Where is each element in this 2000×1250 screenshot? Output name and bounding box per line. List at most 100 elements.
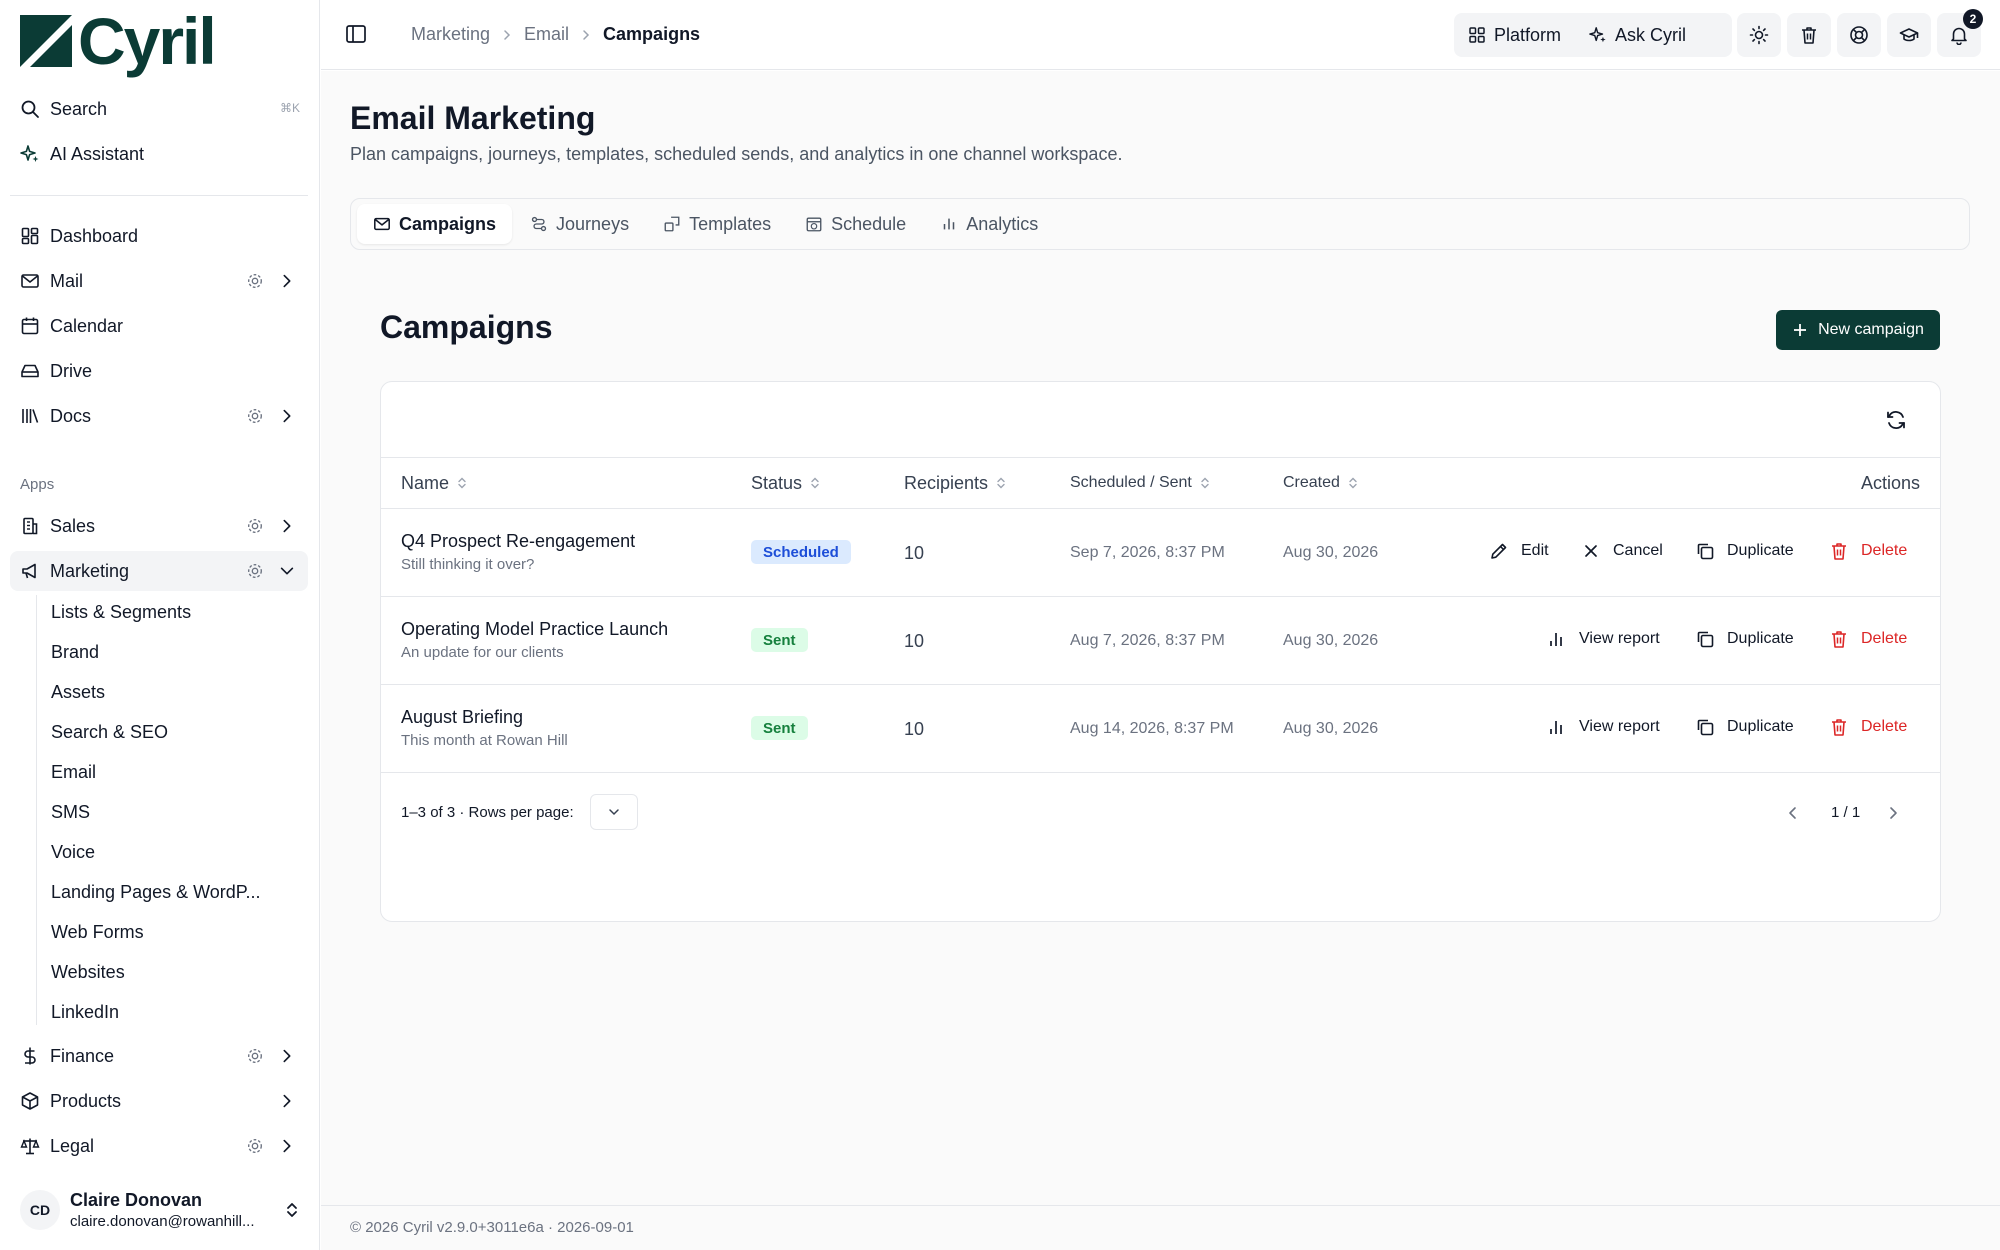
edit-button[interactable]: Edit [1489, 541, 1549, 561]
cancel-button[interactable]: Cancel [1581, 541, 1663, 561]
column-recipients[interactable]: Recipients [904, 458, 1008, 508]
platform-button[interactable]: Platform [1454, 13, 1575, 57]
view-report-button[interactable]: View report [1547, 629, 1660, 649]
breadcrumb-email[interactable]: Email [524, 24, 569, 45]
main-content: Email Marketing Plan campaigns, journeys… [321, 71, 2000, 1205]
campaign-name-cell[interactable]: August Briefing This month at Rowan Hill [401, 707, 568, 749]
gear-icon[interactable] [246, 517, 264, 535]
tab-analytics[interactable]: Analytics [924, 204, 1054, 244]
sidebar-item-calendar[interactable]: Calendar [10, 306, 308, 346]
cyril-logo[interactable]: Cyril [20, 8, 217, 74]
docs-icon [22, 409, 39, 423]
chevrons-up-down-icon[interactable] [282, 1200, 302, 1220]
refresh-icon[interactable] [1884, 408, 1908, 432]
column-created[interactable]: Created [1283, 458, 1360, 508]
delete-button[interactable]: Delete [1829, 717, 1907, 737]
gear-icon[interactable] [246, 562, 264, 580]
user-name: Claire Donovan [70, 1190, 203, 1210]
sidebar-subitem[interactable]: Landing Pages & WordP... [41, 874, 291, 910]
trash-button[interactable] [1787, 13, 1831, 57]
campaigns-table-card: Name Status Recipients Scheduled / Sent … [380, 381, 1941, 922]
sidebar-item-mail[interactable]: Mail [10, 261, 308, 301]
column-name[interactable]: Name [401, 458, 469, 508]
sidebar-subitem[interactable]: Brand [41, 634, 291, 670]
sidebar-subitem[interactable]: Web Forms [41, 914, 291, 950]
sun-icon [1749, 25, 1769, 45]
duplicate-button[interactable]: Duplicate [1695, 629, 1794, 649]
sidebar-item-drive[interactable]: Drive [10, 351, 308, 391]
sidebar-item-products[interactable]: Products [10, 1081, 308, 1121]
chevron-right-icon[interactable] [278, 407, 296, 425]
chevron-right-icon[interactable] [278, 1047, 296, 1065]
sent-date: Aug 7, 2026, 8:37 PM [1070, 632, 1225, 649]
delete-button[interactable]: Delete [1829, 541, 1907, 561]
sidebar-item-docs[interactable]: Docs [10, 396, 308, 436]
column-label: Status [751, 472, 803, 493]
view-report-button[interactable]: View report [1547, 717, 1660, 737]
sidebar-subitem[interactable]: SMS [41, 794, 291, 830]
chevron-right-icon[interactable] [278, 1092, 296, 1110]
search-label: Search [50, 98, 108, 119]
campaign-name-cell[interactable]: Operating Model Practice Launch An updat… [401, 619, 668, 661]
sidebar-item-dashboard[interactable]: Dashboard [10, 216, 308, 256]
ask-cyril-button[interactable]: Ask Cyril [1575, 13, 1700, 57]
column-scheduled[interactable]: Scheduled / Sent [1070, 458, 1212, 508]
sidebar-toggle-icon[interactable] [345, 23, 367, 45]
gear-icon[interactable] [246, 1137, 264, 1155]
chevron-down-icon[interactable] [278, 562, 296, 580]
sidebar-ai-assistant[interactable]: AI Assistant [10, 134, 308, 174]
sparkles-icon [1589, 27, 1606, 43]
tab-journeys[interactable]: Journeys [514, 204, 645, 244]
recipients-count: 10 [904, 543, 925, 563]
sidebar-subitem[interactable]: Voice [41, 834, 291, 870]
column-status[interactable]: Status [751, 458, 822, 508]
close-icon [1585, 545, 1597, 557]
tab-schedule[interactable]: Schedule [789, 204, 922, 244]
view-report-label: View report [1579, 630, 1660, 647]
chevron-right-icon[interactable] [278, 1137, 296, 1155]
chevron-right-icon[interactable] [278, 517, 296, 535]
sidebar-item-marketing[interactable]: Marketing [10, 551, 308, 591]
sidebar-search[interactable]: Search ⌘K [10, 89, 308, 129]
sidebar-item-sales[interactable]: Sales [10, 506, 308, 546]
notifications-button[interactable]: 2 [1937, 9, 1983, 57]
sidebar-item-legal[interactable]: Legal [10, 1126, 308, 1166]
theme-toggle-button[interactable] [1737, 13, 1781, 57]
gear-icon[interactable] [246, 1047, 264, 1065]
help-button[interactable] [1837, 13, 1881, 57]
sidebar-item-label: Drive [50, 360, 93, 381]
sidebar-subitem[interactable]: Lists & Segments [41, 594, 291, 630]
sidebar-subitem[interactable]: Assets [41, 674, 291, 710]
table-pagination: 1–3 of 3 · Rows per page: 1 / 1 [381, 774, 1940, 854]
sidebar-subitem[interactable]: LinkedIn [41, 994, 291, 1030]
chevron-right-icon[interactable] [278, 272, 296, 290]
gear-icon[interactable] [246, 272, 264, 290]
analytics-icon [943, 218, 955, 230]
sort-icon [1201, 477, 1209, 489]
duplicate-button[interactable]: Duplicate [1695, 541, 1794, 561]
sidebar-item-label: Mail [50, 270, 84, 291]
previous-page-icon[interactable] [1784, 804, 1802, 822]
campaign-name-cell[interactable]: Q4 Prospect Re-engagement Still thinking… [401, 531, 635, 573]
breadcrumb-marketing[interactable]: Marketing [411, 24, 490, 45]
page-indicator: 1 / 1 [1831, 804, 1861, 821]
submenu-guide-line [36, 595, 37, 1025]
sidebar-subitem[interactable]: Email [41, 754, 291, 790]
rows-per-page-select[interactable] [590, 794, 638, 830]
sidebar-subitem[interactable]: Search & SEO [41, 714, 291, 750]
new-campaign-button[interactable]: New campaign [1776, 310, 1940, 350]
next-page-icon[interactable] [1884, 804, 1902, 822]
gear-icon[interactable] [246, 407, 264, 425]
user-menu[interactable]: CD Claire Donovan claire.donovan@rowanhi… [20, 1184, 310, 1236]
duplicate-button[interactable]: Duplicate [1695, 717, 1794, 737]
sidebar-subitem[interactable]: Websites [41, 954, 291, 990]
apps-heading: Apps [20, 476, 55, 493]
sidebar-item-label: Products [50, 1090, 122, 1111]
dollar-icon [24, 1047, 36, 1065]
tab-campaigns[interactable]: Campaigns [357, 204, 513, 244]
sidebar-item-finance[interactable]: Finance [10, 1036, 308, 1076]
learning-button[interactable] [1887, 13, 1931, 57]
delete-button[interactable]: Delete [1829, 629, 1907, 649]
status-badge: Sent [751, 628, 808, 652]
tab-templates[interactable]: Templates [647, 204, 787, 244]
